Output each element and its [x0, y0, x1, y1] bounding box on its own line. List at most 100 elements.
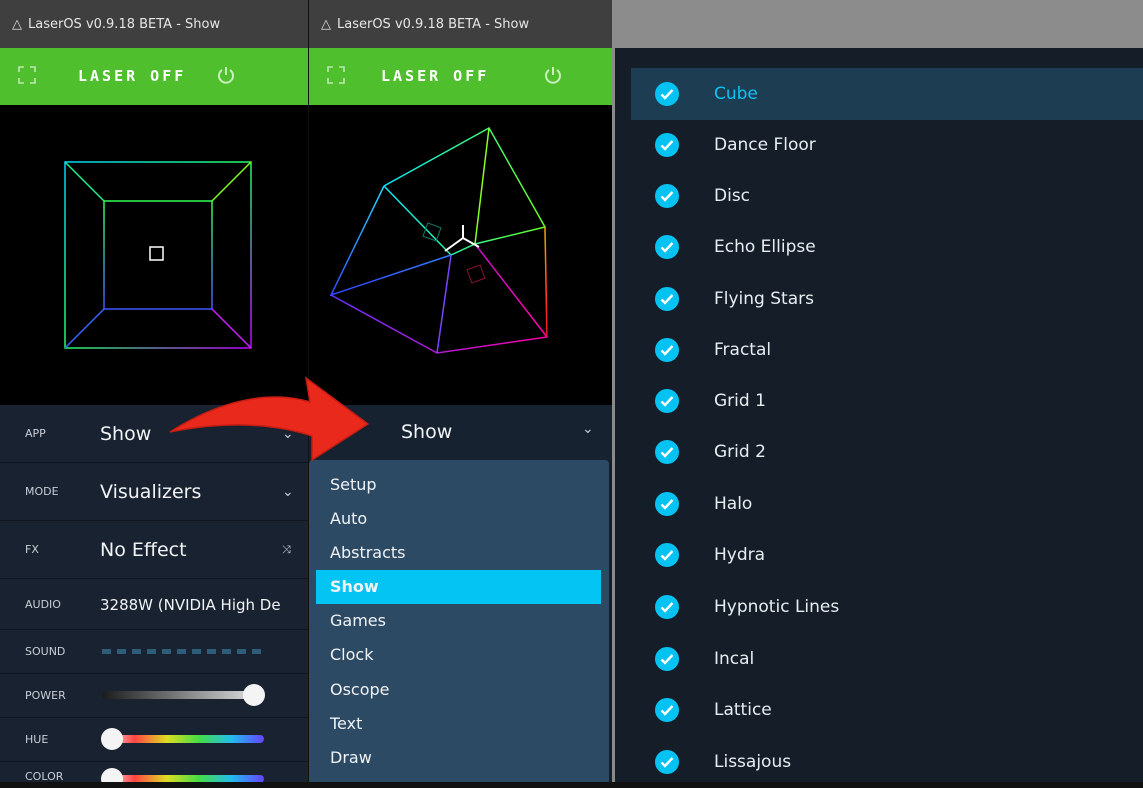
color-slider-track[interactable]: [102, 775, 264, 782]
list-item-label: Hypnotic Lines: [714, 597, 840, 617]
mode-value[interactable]: Visualizers: [100, 481, 201, 503]
power-slider-track[interactable]: [102, 691, 264, 699]
list-item[interactable]: Lattice: [631, 684, 1143, 736]
check-circle-icon[interactable]: [655, 698, 679, 722]
mode-label: MODE: [25, 485, 59, 498]
menu-item-clock[interactable]: Clock: [330, 639, 591, 671]
check-circle-icon[interactable]: [655, 287, 679, 311]
sound-label: SOUND: [25, 645, 66, 658]
list-item-label: Grid 1: [714, 391, 766, 411]
show-list: Cube Dance Floor Disc Echo Ellipse Flyin…: [615, 48, 1143, 782]
color-slider-thumb[interactable]: [101, 768, 123, 782]
chevron-down-icon[interactable]: ⌄: [282, 484, 294, 500]
shuffle-icon[interactable]: ⤨: [282, 543, 291, 557]
left-titlebar: △ LaserOS v0.9.18 BETA - Show: [0, 0, 308, 48]
power-icon[interactable]: [543, 65, 563, 85]
middle-titlebar: △ LaserOS v0.9.18 BETA - Show: [309, 0, 612, 48]
power-label: POWER: [25, 689, 66, 702]
hue-row[interactable]: HUE: [0, 718, 308, 762]
list-item[interactable]: Hydra: [631, 529, 1143, 581]
list-item[interactable]: Halo: [631, 478, 1143, 530]
menu-item-setup[interactable]: Setup: [330, 469, 591, 501]
fx-value[interactable]: No Effect: [100, 539, 187, 561]
app-dropdown-value[interactable]: Show: [401, 421, 452, 443]
check-circle-icon[interactable]: [655, 750, 679, 774]
app-label: APP: [25, 427, 46, 440]
list-item[interactable]: Grid 2: [631, 426, 1143, 478]
laser-status-label: LASER OFF: [381, 67, 490, 85]
list-item-label: Flying Stars: [714, 289, 814, 309]
list-item[interactable]: Incal: [631, 633, 1143, 685]
power-icon[interactable]: [216, 65, 236, 85]
list-item[interactable]: Dance Floor: [631, 119, 1143, 171]
hue-label: HUE: [25, 733, 49, 746]
menu-item-draw[interactable]: Draw: [330, 742, 591, 774]
warning-icon: △: [12, 16, 22, 32]
list-item[interactable]: Fractal: [631, 324, 1143, 376]
list-item[interactable]: Cube: [631, 68, 1143, 120]
check-circle-icon[interactable]: [655, 338, 679, 362]
menu-item-abstracts[interactable]: Abstracts: [330, 537, 591, 569]
color-label: COLOR: [25, 770, 64, 782]
sound-row: SOUND: [0, 630, 308, 674]
list-item[interactable]: Grid 1: [631, 375, 1143, 427]
check-circle-icon[interactable]: [655, 82, 679, 106]
audio-label: AUDIO: [25, 598, 61, 611]
middle-window-title: LaserOS v0.9.18 BETA - Show: [337, 16, 530, 32]
mode-row[interactable]: MODE Visualizers ⌄: [0, 463, 308, 521]
audio-value[interactable]: 3288W (NVIDIA High De: [100, 596, 281, 614]
check-circle-icon[interactable]: [655, 133, 679, 157]
list-item[interactable]: Hypnotic Lines: [631, 581, 1143, 633]
check-circle-icon[interactable]: [655, 595, 679, 619]
expand-icon[interactable]: [327, 66, 345, 84]
chevron-down-icon[interactable]: ⌄: [582, 421, 594, 437]
list-item-label: Lattice: [714, 700, 772, 720]
menu-item-text[interactable]: Text: [330, 708, 591, 740]
menu-item-games[interactable]: Games: [330, 605, 591, 637]
left-window-title: LaserOS v0.9.18 BETA - Show: [28, 16, 221, 32]
list-item[interactable]: Flying Stars: [631, 273, 1143, 325]
list-item-label: Dance Floor: [714, 135, 816, 155]
list-item-label: Halo: [714, 494, 753, 514]
fx-row[interactable]: FX No Effect ⤨: [0, 521, 308, 579]
warning-icon: △: [321, 16, 331, 32]
expand-icon[interactable]: [18, 66, 36, 84]
list-item[interactable]: Echo Ellipse: [631, 221, 1143, 273]
power-slider-thumb[interactable]: [243, 684, 265, 706]
hue-slider-thumb[interactable]: [101, 728, 123, 750]
list-item-label: Echo Ellipse: [714, 237, 816, 257]
fx-label: FX: [25, 543, 39, 556]
menu-item-oscope[interactable]: Oscope: [330, 674, 591, 706]
check-circle-icon[interactable]: [655, 389, 679, 413]
list-item[interactable]: Lissajous: [631, 736, 1143, 788]
check-circle-icon[interactable]: [655, 184, 679, 208]
hue-slider-track[interactable]: [102, 735, 264, 743]
check-circle-icon[interactable]: [655, 543, 679, 567]
list-item-label: Hydra: [714, 545, 766, 565]
red-arrow-annotation: [169, 376, 370, 462]
right-titlebar: [612, 0, 1143, 48]
laser-status-bar: LASER OFF: [309, 48, 612, 105]
list-item-label: Cube: [714, 84, 758, 104]
list-item[interactable]: Disc: [631, 170, 1143, 222]
check-circle-icon[interactable]: [655, 492, 679, 516]
list-item-label: Disc: [714, 186, 751, 206]
check-circle-icon[interactable]: [655, 647, 679, 671]
list-item-label: Grid 2: [714, 442, 766, 462]
app-menu: Setup Auto Abstracts Show Games Clock Os…: [309, 460, 609, 782]
check-circle-icon[interactable]: [655, 235, 679, 259]
list-item-label: Lissajous: [714, 752, 792, 772]
menu-item-show[interactable]: Show: [316, 570, 601, 604]
check-circle-icon[interactable]: [655, 440, 679, 464]
sound-level-meter: [102, 649, 261, 654]
show-list-panel: Cube Dance Floor Disc Echo Ellipse Flyin…: [612, 0, 1143, 782]
laser-status-bar: LASER OFF: [0, 48, 308, 105]
audio-row[interactable]: AUDIO 3288W (NVIDIA High De: [0, 580, 308, 630]
color-row[interactable]: COLOR: [0, 762, 308, 782]
list-item-label: Fractal: [714, 340, 772, 360]
menu-item-auto[interactable]: Auto: [330, 503, 591, 535]
power-row[interactable]: POWER: [0, 674, 308, 718]
list-item-label: Incal: [714, 649, 755, 669]
app-value[interactable]: Show: [100, 423, 151, 445]
laser-status-label: LASER OFF: [78, 67, 187, 85]
